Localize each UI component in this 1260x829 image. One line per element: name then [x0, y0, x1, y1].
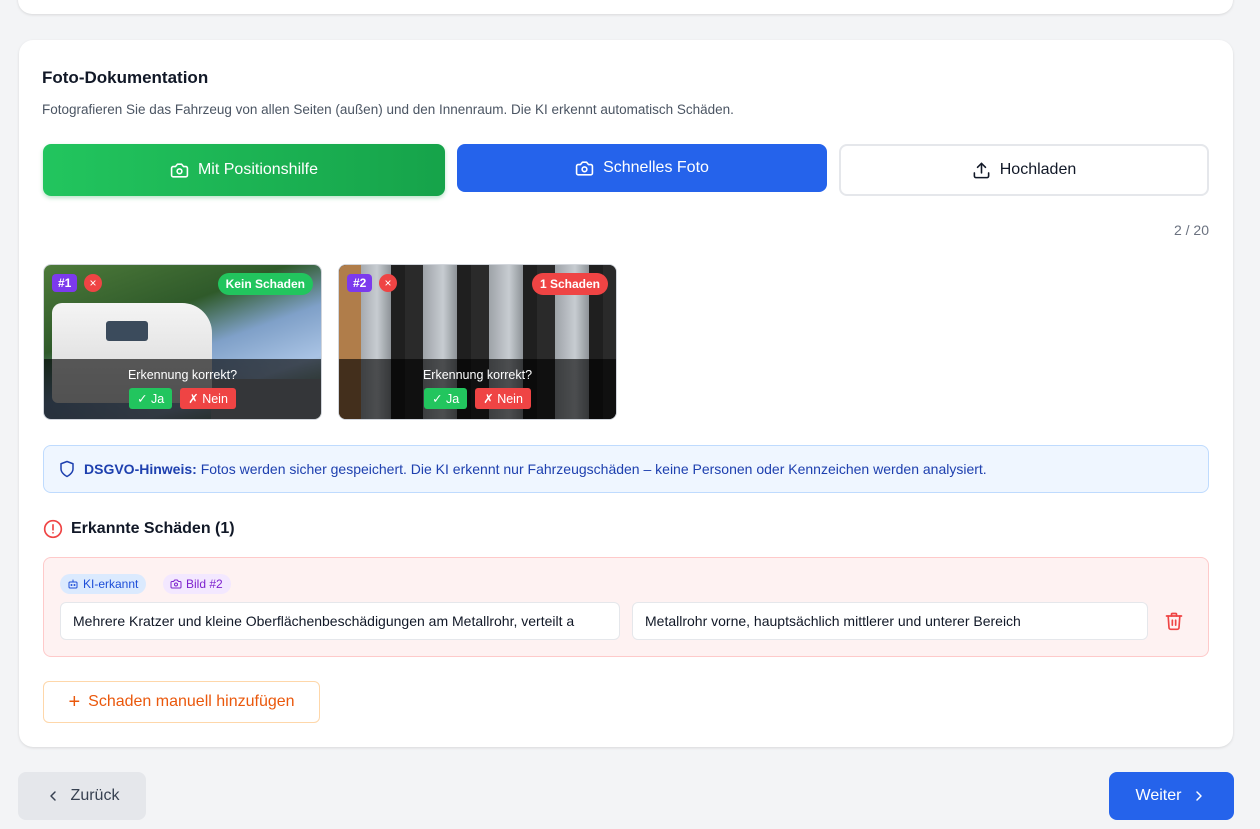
robot-icon [68, 579, 78, 589]
remove-photo-button[interactable]: × [84, 274, 102, 292]
confirm-yes-button[interactable]: ✓ Ja [424, 388, 468, 409]
section-subtitle: Fotografieren Sie das Fahrzeug von allen… [42, 102, 734, 117]
upload-button[interactable]: Hochladen [839, 144, 1209, 196]
damage-location-input[interactable]: Metallrohr vorne, hauptsächlich mittlere… [632, 602, 1148, 640]
confirm-yes-button[interactable]: ✓ Ja [129, 388, 173, 409]
photo-thumbnail[interactable]: #1 × Kein Schaden Erkennung korrekt? ✓ J… [43, 264, 322, 420]
add-damage-manually-button[interactable]: + Schaden manuell hinzufügen [43, 681, 320, 723]
remove-photo-button[interactable]: × [379, 274, 397, 292]
ai-detected-tag: KI-erkannt [60, 574, 147, 594]
upload-label: Hochladen [999, 161, 1077, 178]
status-badge: 1 Schaden [531, 273, 608, 295]
privacy-text: Fotos werden sicher gespeichert. Die KI … [200, 461, 987, 477]
chevron-left-icon [49, 791, 56, 801]
ai-detected-label: KI-erkannt [83, 577, 139, 591]
camera-icon [575, 160, 594, 176]
damage-item: KI-erkannt Bild #2 Mehrere Kratzer und k… [43, 557, 1209, 657]
back-button[interactable]: Zurück [18, 772, 146, 820]
photo-number-badge: #1 [52, 274, 78, 292]
back-label: Zurück [70, 787, 120, 804]
image-reference-label: Bild #2 [186, 577, 223, 591]
chevron-right-icon [1196, 791, 1203, 801]
photo-thumbnail[interactable]: #2 × 1 Schaden Erkennung korrekt? ✓ Ja ✗… [338, 264, 617, 420]
upload-icon [973, 162, 990, 178]
trash-icon[interactable] [1164, 611, 1184, 631]
photo-documentation-card: Foto-Dokumentation Fotografieren Sie das… [19, 40, 1233, 747]
camera-icon [170, 162, 189, 178]
verification-overlay: Erkennung korrekt? ✓ Ja ✗ Nein [44, 359, 321, 419]
add-damage-label: Schaden manuell hinzufügen [88, 693, 295, 710]
section-title: Foto-Dokumentation [42, 68, 209, 87]
verification-question: Erkennung korrekt? [127, 368, 238, 382]
next-button[interactable]: Weiter [1109, 772, 1234, 820]
confirm-no-button[interactable]: ✗ Nein [475, 388, 531, 409]
photo-number-badge: #2 [347, 274, 373, 292]
quick-photo-button[interactable]: Schnelles Foto [457, 144, 827, 192]
damages-heading: Erkannte Schäden (1) [43, 519, 235, 539]
previous-section-card [18, 0, 1233, 14]
image-reference-tag: Bild #2 [163, 574, 231, 594]
position-help-label: Mit Positionshilfe [197, 161, 319, 178]
plus-icon: + [68, 691, 81, 713]
damages-heading-label: Erkannte Schäden (1) [71, 520, 235, 537]
privacy-label: DSGVO-Hinweis: [84, 461, 197, 477]
verification-overlay: Erkennung korrekt? ✓ Ja ✗ Nein [339, 359, 616, 419]
verification-question: Erkennung korrekt? [422, 368, 533, 382]
quick-photo-label: Schnelles Foto [603, 159, 709, 176]
alert-circle-icon [43, 519, 63, 539]
photo-counter: 2 / 20 [1173, 222, 1209, 238]
next-label: Weiter [1135, 787, 1182, 804]
shield-icon [60, 460, 74, 478]
position-help-button[interactable]: Mit Positionshilfe [43, 144, 445, 196]
status-badge: Kein Schaden [217, 273, 313, 295]
privacy-notice: DSGVO-Hinweis: Fotos werden sicher gespe… [43, 445, 1209, 493]
van-window-shape [106, 321, 148, 341]
camera-icon [170, 579, 182, 589]
damage-description-input[interactable]: Mehrere Kratzer und kleine Oberflächenbe… [60, 602, 620, 640]
confirm-no-button[interactable]: ✗ Nein [180, 388, 236, 409]
